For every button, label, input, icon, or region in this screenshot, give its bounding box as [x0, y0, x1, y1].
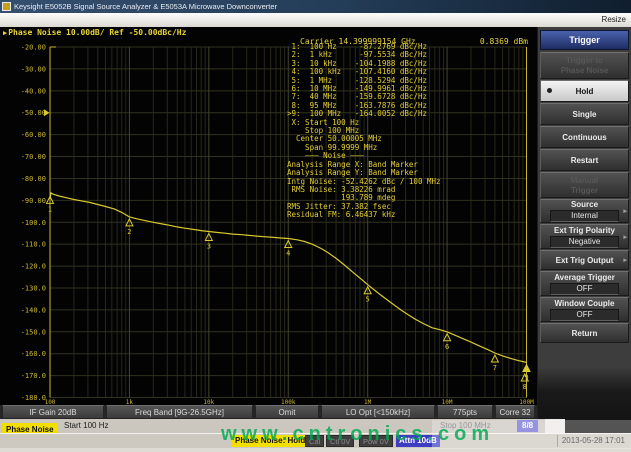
config-lo-opt: LO Opt [<150kHz]	[321, 405, 435, 419]
config-points: 775pts	[437, 405, 493, 419]
menu-header-trigger: Trigger	[540, 30, 629, 50]
phase-noise-chart: -20.00 -30.00 -40.00 -50.00 -60.00 -70.00 -80.…	[0, 27, 537, 419]
trace-marker-number: 6	[445, 343, 449, 351]
svg-text:-70.00: -70.00	[21, 153, 46, 161]
measurement-screen: -20.00 -30.00 -40.00 -50.00 -60.00 -70.00 -80.…	[0, 27, 537, 419]
softkey-single[interactable]: Single	[540, 103, 629, 125]
svg-text:-170.0: -170.0	[21, 372, 46, 380]
config-correlation: Corre 32	[495, 405, 535, 419]
softkey-ext-trig-output[interactable]: Ext Trig Output ▸	[540, 250, 629, 270]
softkey-trigger-to-phase-noise: Trigger to Phase Noise	[540, 52, 629, 79]
svg-text:-120.0: -120.0	[21, 263, 46, 271]
trace-marker-number: 7	[493, 364, 497, 372]
trace-marker-number: 1	[48, 205, 52, 213]
trace-marker-number: 4	[286, 249, 290, 257]
watermark: www.cntronics.com	[221, 423, 494, 446]
svg-text:-100.0: -100.0	[21, 219, 46, 227]
config-lo-omit: Omit	[255, 405, 319, 419]
softkey-ext-trig-polarity[interactable]: Ext Trig Polarity Negative ▸	[540, 224, 629, 249]
average-trigger-value: OFF	[550, 283, 619, 295]
start-frequency[interactable]: Start 100 Hz	[64, 420, 108, 432]
trace-scale-label: Phase Noise 10.00dB/ Ref -50.00dBc/Hz	[8, 28, 186, 37]
source-value: Internal	[550, 210, 619, 222]
title-bar: Keysight E5052B Signal Source Analyzer &…	[0, 0, 631, 13]
submenu-arrow-icon: ▸	[623, 256, 627, 264]
svg-text:-80.00: -80.00	[21, 175, 46, 183]
softkey-restart[interactable]: Restart	[540, 149, 629, 171]
svg-text:-110.0: -110.0	[21, 241, 46, 249]
trace-select-icon: ▶	[3, 29, 7, 37]
trace-marker-icon	[523, 364, 530, 371]
softkey-hold[interactable]: Hold	[540, 80, 629, 102]
radio-dot-icon	[547, 88, 552, 93]
softkey-window-couple[interactable]: Window Couple OFF	[540, 297, 629, 322]
resize-button[interactable]: Resize	[602, 13, 626, 27]
svg-text:-150.0: -150.0	[21, 328, 46, 336]
softkey-source[interactable]: Source Internal ▸	[540, 199, 629, 223]
svg-text:-60.00: -60.00	[21, 131, 46, 139]
config-if-gain: IF Gain 20dB	[2, 405, 104, 419]
trace-marker-number: 2	[127, 228, 131, 236]
config-freq-band: Freq Band [9G-26.5GHz]	[106, 405, 253, 419]
svg-text:-50.00: -50.00	[21, 109, 46, 117]
softkey-return[interactable]: Return	[540, 323, 629, 343]
softkey-menu: Trigger Trigger to Phase Noise Hold Sing…	[537, 27, 631, 433]
e5052b-window: Keysight E5052B Signal Source Analyzer &…	[0, 0, 631, 452]
softkey-continuous[interactable]: Continuous	[540, 126, 629, 148]
softkey-average-trigger[interactable]: Average Trigger OFF	[540, 271, 629, 296]
app-icon	[2, 2, 11, 11]
submenu-arrow-icon: ▸	[623, 207, 627, 215]
submenu-arrow-icon: ▸	[623, 233, 627, 241]
trace-marker-number: 9	[524, 373, 528, 381]
readout-line: Residual FM: 6.46437 kHz	[287, 211, 441, 219]
window-couple-value: OFF	[550, 309, 619, 321]
svg-text:-90.00: -90.00	[21, 197, 46, 205]
marker-readout: 1: 100 Hz -87.2769 dBc/Hz 2: 1 kHz -97.5…	[287, 43, 441, 220]
svg-text:-20.00: -20.00	[21, 44, 46, 52]
svg-text:-30.00: -30.00	[21, 65, 46, 73]
config-bar: IF Gain 20dB Freq Band [9G-26.5GHz] Omit…	[0, 405, 537, 419]
trace-marker-number: 5	[366, 296, 370, 304]
trace-marker-number: 8	[523, 383, 527, 391]
carrier-power: 0.8369 dBm	[480, 37, 528, 46]
trace-header[interactable]: ▶Phase Noise 10.00dB/ Ref -50.00dBc/Hz	[3, 28, 186, 37]
ext-trig-polarity-value: Negative	[550, 236, 619, 248]
trace-marker-number: 3	[207, 242, 211, 250]
window-title: Keysight E5052B Signal Source Analyzer &…	[14, 0, 277, 13]
softkey-manual-trigger: Manual Trigger	[540, 172, 629, 198]
svg-text:-130.0: -130.0	[21, 284, 46, 292]
menu-bar: Resize	[0, 13, 631, 28]
svg-text:-180.0: -180.0	[21, 394, 46, 402]
svg-text:-40.00: -40.00	[21, 87, 46, 95]
svg-text:-140.0: -140.0	[21, 306, 46, 314]
svg-text:-160.0: -160.0	[21, 350, 46, 358]
